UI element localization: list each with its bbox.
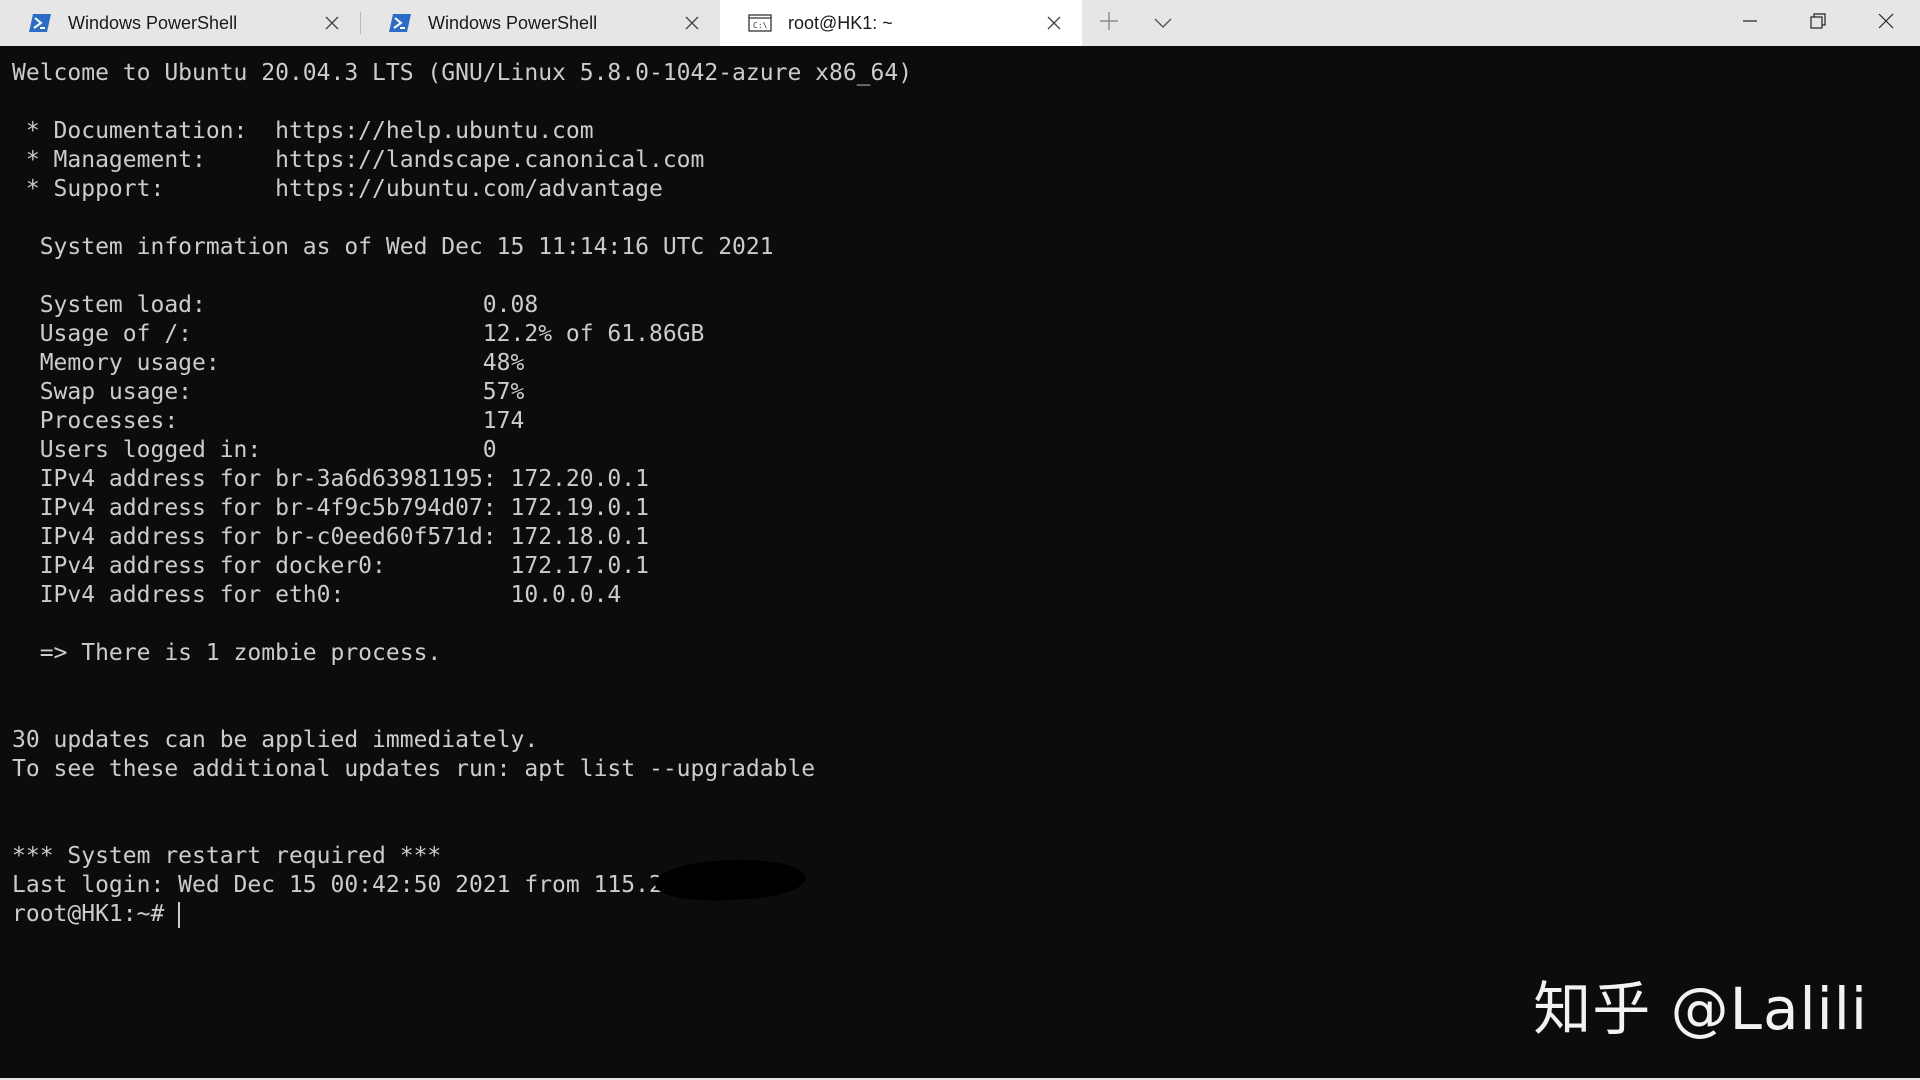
terminal-line: Users logged in: 0 bbox=[12, 437, 497, 463]
terminal-line: IPv4 address for br-c0eed60f571d: 172.18… bbox=[12, 524, 649, 550]
restore-button[interactable] bbox=[1784, 0, 1852, 46]
minimize-button[interactable] bbox=[1716, 0, 1784, 46]
terminal-line: IPv4 address for eth0: 10.0.0.4 bbox=[12, 582, 622, 608]
terminal-line: Last login: Wed Dec 15 00:42:50 2021 fro… bbox=[12, 872, 677, 898]
restore-icon bbox=[1810, 12, 1826, 34]
titlebar-drag-area[interactable] bbox=[1190, 0, 1716, 46]
terminal-line: Swap usage: 57% bbox=[12, 379, 525, 405]
tab-root-hk1[interactable]: C:\ root@HK1: ~ bbox=[720, 0, 1082, 46]
close-tab-icon[interactable] bbox=[312, 0, 352, 46]
powershell-icon bbox=[28, 11, 52, 35]
tab-dropdown-button[interactable] bbox=[1136, 0, 1190, 46]
tab-title: root@HK1: ~ bbox=[788, 12, 893, 33]
close-tab-icon[interactable] bbox=[672, 0, 712, 46]
terminal-line: * Support: https://ubuntu.com/advantage bbox=[12, 176, 663, 202]
tab-powershell-1[interactable]: Windows PowerShell bbox=[0, 0, 360, 46]
tab-title: Windows PowerShell bbox=[68, 12, 238, 33]
terminal-line: To see these additional updates run: apt… bbox=[12, 756, 816, 782]
terminal-line: Usage of /: 12.2% of 61.86GB bbox=[12, 321, 705, 347]
svg-text:C:\: C:\ bbox=[753, 21, 768, 30]
terminal-line: => There is 1 zombie process. bbox=[12, 640, 442, 666]
terminal-line: 30 updates can be applied immediately. bbox=[12, 727, 539, 753]
close-icon bbox=[1878, 13, 1894, 34]
tab-bar: Windows PowerShell Windows PowerShell C:… bbox=[0, 0, 1920, 46]
terminal-line: IPv4 address for br-3a6d63981195: 172.20… bbox=[12, 466, 649, 492]
terminal-line: System information as of Wed Dec 15 11:1… bbox=[12, 234, 774, 260]
terminal-line: * Management: https://landscape.canonica… bbox=[12, 147, 705, 173]
terminal-line: IPv4 address for br-4f9c5b794d07: 172.19… bbox=[12, 495, 649, 521]
terminal-line: System load: 0.08 bbox=[12, 292, 539, 318]
watermark: 知乎 @Lalili bbox=[1533, 975, 1868, 1043]
terminal-line: * Documentation: https://help.ubuntu.com bbox=[12, 118, 594, 144]
new-tab-button[interactable] bbox=[1082, 0, 1136, 46]
minimize-icon bbox=[1742, 13, 1758, 34]
text-cursor bbox=[178, 901, 181, 928]
terminal-prompt-line[interactable]: root@HK1:~# bbox=[12, 900, 1920, 929]
terminal-line: Welcome to Ubuntu 20.04.3 LTS (GNU/Linux… bbox=[12, 60, 913, 86]
terminal-area[interactable]: Welcome to Ubuntu 20.04.3 LTS (GNU/Linux… bbox=[0, 46, 1920, 1080]
terminal-line: Processes: 174 bbox=[12, 408, 525, 434]
terminal-line: Memory usage: 48% bbox=[12, 350, 525, 376]
console-icon: C:\ bbox=[748, 11, 772, 35]
close-tab-icon[interactable] bbox=[1034, 0, 1074, 46]
tab-title: Windows PowerShell bbox=[428, 12, 598, 33]
tab-powershell-2[interactable]: Windows PowerShell bbox=[360, 0, 720, 46]
chevron-down-icon bbox=[1154, 13, 1172, 34]
terminal-window: Windows PowerShell Windows PowerShell C:… bbox=[0, 0, 1920, 1080]
plus-icon bbox=[1099, 11, 1119, 36]
terminal-line: IPv4 address for docker0: 172.17.0.1 bbox=[12, 553, 649, 579]
powershell-icon bbox=[388, 11, 412, 35]
terminal-output: Welcome to Ubuntu 20.04.3 LTS (GNU/Linux… bbox=[12, 59, 1920, 900]
shell-prompt: root@HK1:~# bbox=[12, 901, 165, 927]
close-window-button[interactable] bbox=[1852, 0, 1920, 46]
terminal-line: *** System restart required *** bbox=[12, 843, 442, 869]
